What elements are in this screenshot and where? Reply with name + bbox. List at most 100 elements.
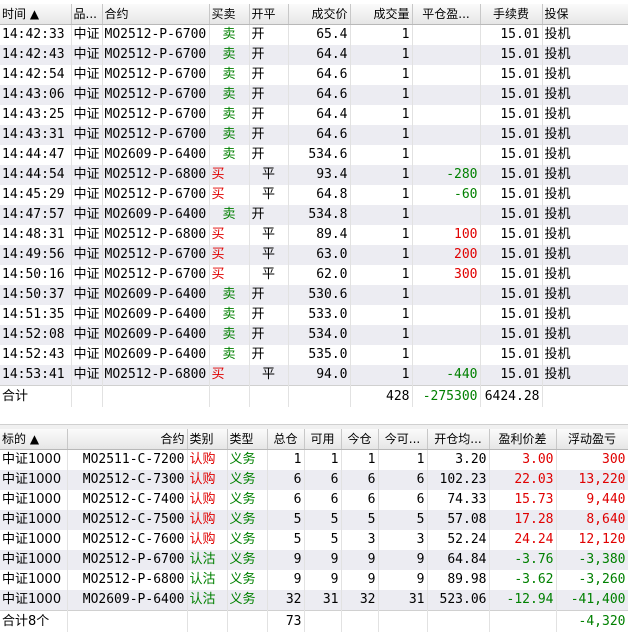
- col-profit-spread-header[interactable]: 盈利价差: [489, 429, 557, 450]
- trade-hedge: 投机: [542, 225, 628, 245]
- trade-row[interactable]: 14:50:37 中证 MO2609-P-6400 卖开 530.6 1 15.01 投机: [0, 285, 628, 305]
- col-total-header[interactable]: 总仓: [267, 429, 305, 450]
- col-today-available-header[interactable]: 今可...: [378, 429, 428, 450]
- trade-open-close: 开: [249, 145, 289, 165]
- trade-row[interactable]: 14:52:43 中证 MO2609-P-6400 卖开 535.0 1 15.01 投机: [0, 345, 628, 365]
- trade-side: 买: [209, 185, 250, 205]
- position-row[interactable]: 中证1000 MO2609-P-6400 认沽 义务 32 31 32 31 523.06 -12…: [0, 590, 628, 611]
- trade-row[interactable]: 14:47:57 中证 MO2609-P-6400 卖开 534.8 1 15.01 投机: [0, 205, 628, 225]
- col-close-pnl-header[interactable]: 平仓盈...: [412, 4, 481, 25]
- trade-side: 卖: [209, 345, 250, 365]
- trade-row[interactable]: 14:49:56 中证 MO2512-P-6700 买平 63.0 1 200 15.01 投机: [0, 245, 628, 265]
- trade-open-close: 开: [249, 125, 289, 145]
- trade-row[interactable]: 14:43:31 中证 MO2512-P-6700 卖开 64.6 1 15.01 投机: [0, 125, 628, 145]
- position-today: 9: [341, 550, 379, 570]
- position-available: 5: [304, 530, 342, 550]
- position-row[interactable]: 中证1000 MO2511-C-7200 认购 义务 1 1 1 1 3.20 3.00 300: [0, 449, 628, 470]
- col-floating-pnl-header[interactable]: 浮动盈亏: [556, 429, 628, 450]
- trade-price: 64.4: [288, 45, 351, 65]
- position-today: 6: [341, 470, 379, 490]
- col-fee-header[interactable]: 手续费: [480, 4, 543, 25]
- col-avg-open-header[interactable]: 开仓均...: [427, 429, 490, 450]
- trade-fee: 15.01: [480, 225, 543, 245]
- col-price-header[interactable]: 成交价: [288, 4, 351, 25]
- position-floating-pnl: 300: [556, 449, 628, 470]
- col-contract-header[interactable]: 合约: [67, 429, 188, 450]
- trade-qty: 1: [350, 165, 413, 185]
- trade-row[interactable]: 14:52:08 中证 MO2609-P-6400 卖开 534.0 1 15.01 投机: [0, 325, 628, 345]
- col-open-close-header[interactable]: 开平: [249, 4, 289, 25]
- col-qty-header[interactable]: 成交量: [350, 4, 413, 25]
- trade-row[interactable]: 14:44:54 中证 MO2512-P-6800 买平 93.4 1 -280 15.01 投…: [0, 165, 628, 185]
- trade-hedge: 投机: [542, 365, 628, 386]
- positions-table: 标的 ▲ 合约 类别 类型 总仓 可用 今仓 今可... 开仓均... 盈利价差 浮动盈亏 中证10…: [0, 429, 628, 632]
- trade-price: 534.6: [288, 145, 351, 165]
- trade-row[interactable]: 14:43:06 中证 MO2512-P-6700 卖开 64.6 1 15.01 投机: [0, 85, 628, 105]
- col-type-header[interactable]: 类型: [227, 429, 268, 450]
- trade-variety: 中证: [71, 345, 103, 365]
- trade-row[interactable]: 14:48:31 中证 MO2512-P-6800 买平 89.4 1 100 15.01 投机: [0, 225, 628, 245]
- col-contract-header[interactable]: 合约: [102, 4, 210, 25]
- col-underlying-header[interactable]: 标的 ▲: [0, 429, 68, 450]
- position-row[interactable]: 中证1000 MO2512-C-7600 认购 义务 5 5 3 3 52.24 24.24 12,…: [0, 530, 628, 550]
- position-row[interactable]: 中证1000 MO2512-P-6800 认沽 义务 9 9 9 9 89.98 -3.62 -3,…: [0, 570, 628, 590]
- trade-fee: 15.01: [480, 305, 543, 325]
- empty-cell: [102, 385, 210, 407]
- trade-fee: 15.01: [480, 85, 543, 105]
- trade-row[interactable]: 14:45:29 中证 MO2512-P-6700 买平 64.8 1 -60 15.01 投机: [0, 185, 628, 205]
- position-total: 32: [267, 590, 305, 611]
- trade-row[interactable]: 14:42:54 中证 MO2512-P-6700 卖开 64.6 1 15.01 投机: [0, 65, 628, 85]
- position-profit-spread: -3.62: [489, 570, 557, 590]
- trade-qty: 1: [350, 285, 413, 305]
- position-category: 认购: [187, 449, 228, 470]
- trade-variety: 中证: [71, 45, 103, 65]
- trade-qty: 1: [350, 265, 413, 285]
- trade-side: 卖: [209, 85, 250, 105]
- trade-side: 卖: [209, 205, 250, 225]
- trade-contract: MO2512-P-6700: [102, 265, 210, 285]
- position-avg-open: 57.08: [427, 510, 490, 530]
- col-side-header[interactable]: 买卖: [209, 4, 250, 25]
- trade-close-pnl: [412, 205, 481, 225]
- trade-row[interactable]: 14:42:43 中证 MO2512-P-6700 卖开 64.4 1 15.01 投机: [0, 45, 628, 65]
- trade-row[interactable]: 14:51:35 中证 MO2609-P-6400 卖开 533.0 1 15.01 投机: [0, 305, 628, 325]
- trade-row[interactable]: 14:53:41 中证 MO2512-P-6800 买平 94.0 1 -440 15.01 投…: [0, 365, 628, 386]
- position-row[interactable]: 中证1000 MO2512-C-7500 认购 义务 5 5 5 5 57.08 17.28 8,6…: [0, 510, 628, 530]
- trade-open-close: 开: [249, 24, 289, 45]
- trade-qty: 1: [350, 205, 413, 225]
- position-avg-open: 89.98: [427, 570, 490, 590]
- trade-contract: MO2512-P-6700: [102, 105, 210, 125]
- position-type: 义务: [227, 530, 268, 550]
- trade-row[interactable]: 14:43:25 中证 MO2512-P-6700 卖开 64.4 1 15.01 投机: [0, 105, 628, 125]
- position-row[interactable]: 中证1000 MO2512-C-7300 认购 义务 6 6 6 6 102.23 22.03 13…: [0, 470, 628, 490]
- col-variety-header[interactable]: 品...: [71, 4, 103, 25]
- col-time-header[interactable]: 时间 ▲: [0, 4, 72, 25]
- position-category: 认购: [187, 530, 228, 550]
- trade-hedge: 投机: [542, 145, 628, 165]
- col-category-header[interactable]: 类别: [187, 429, 228, 450]
- position-today: 6: [341, 490, 379, 510]
- trade-variety: 中证: [71, 125, 103, 145]
- trade-price: 89.4: [288, 225, 351, 245]
- trades-table: 时间 ▲ 品... 合约 买卖 开平 成交价 成交量 平仓盈... 手续费 投保 14:42:33…: [0, 4, 628, 407]
- position-underlying: 中证1000: [0, 510, 68, 530]
- trade-time: 14:48:31: [0, 225, 72, 245]
- position-row[interactable]: 中证1000 MO2512-C-7400 认购 义务 6 6 6 6 74.33 15.73 9,4…: [0, 490, 628, 510]
- col-hedge-header[interactable]: 投保: [542, 4, 628, 25]
- trade-price: 534.0: [288, 325, 351, 345]
- trade-time: 14:51:35: [0, 305, 72, 325]
- trade-row[interactable]: 14:42:33 中证 MO2512-P-6700 卖开 65.4 1 15.01 投机: [0, 24, 628, 45]
- col-available-header[interactable]: 可用: [304, 429, 342, 450]
- trade-row[interactable]: 14:44:47 中证 MO2609-P-6400 卖开 534.6 1 15.01 投机: [0, 145, 628, 165]
- empty-cell: [71, 385, 103, 407]
- trade-contract: MO2512-P-6700: [102, 185, 210, 205]
- position-row[interactable]: 中证1000 MO2512-P-6700 认沽 义务 9 9 9 9 64.84 -3.76 -3,…: [0, 550, 628, 570]
- trade-price: 64.6: [288, 85, 351, 105]
- trades-total-qty: 428: [350, 385, 413, 407]
- position-today-available: 5: [378, 510, 428, 530]
- trade-row[interactable]: 14:50:16 中证 MO2512-P-6700 买平 62.0 1 300 15.01 投机: [0, 265, 628, 285]
- col-today-header[interactable]: 今仓: [341, 429, 379, 450]
- trade-close-pnl: [412, 24, 481, 45]
- trade-open-close: 开: [249, 65, 289, 85]
- position-contract: MO2511-C-7200: [67, 449, 188, 470]
